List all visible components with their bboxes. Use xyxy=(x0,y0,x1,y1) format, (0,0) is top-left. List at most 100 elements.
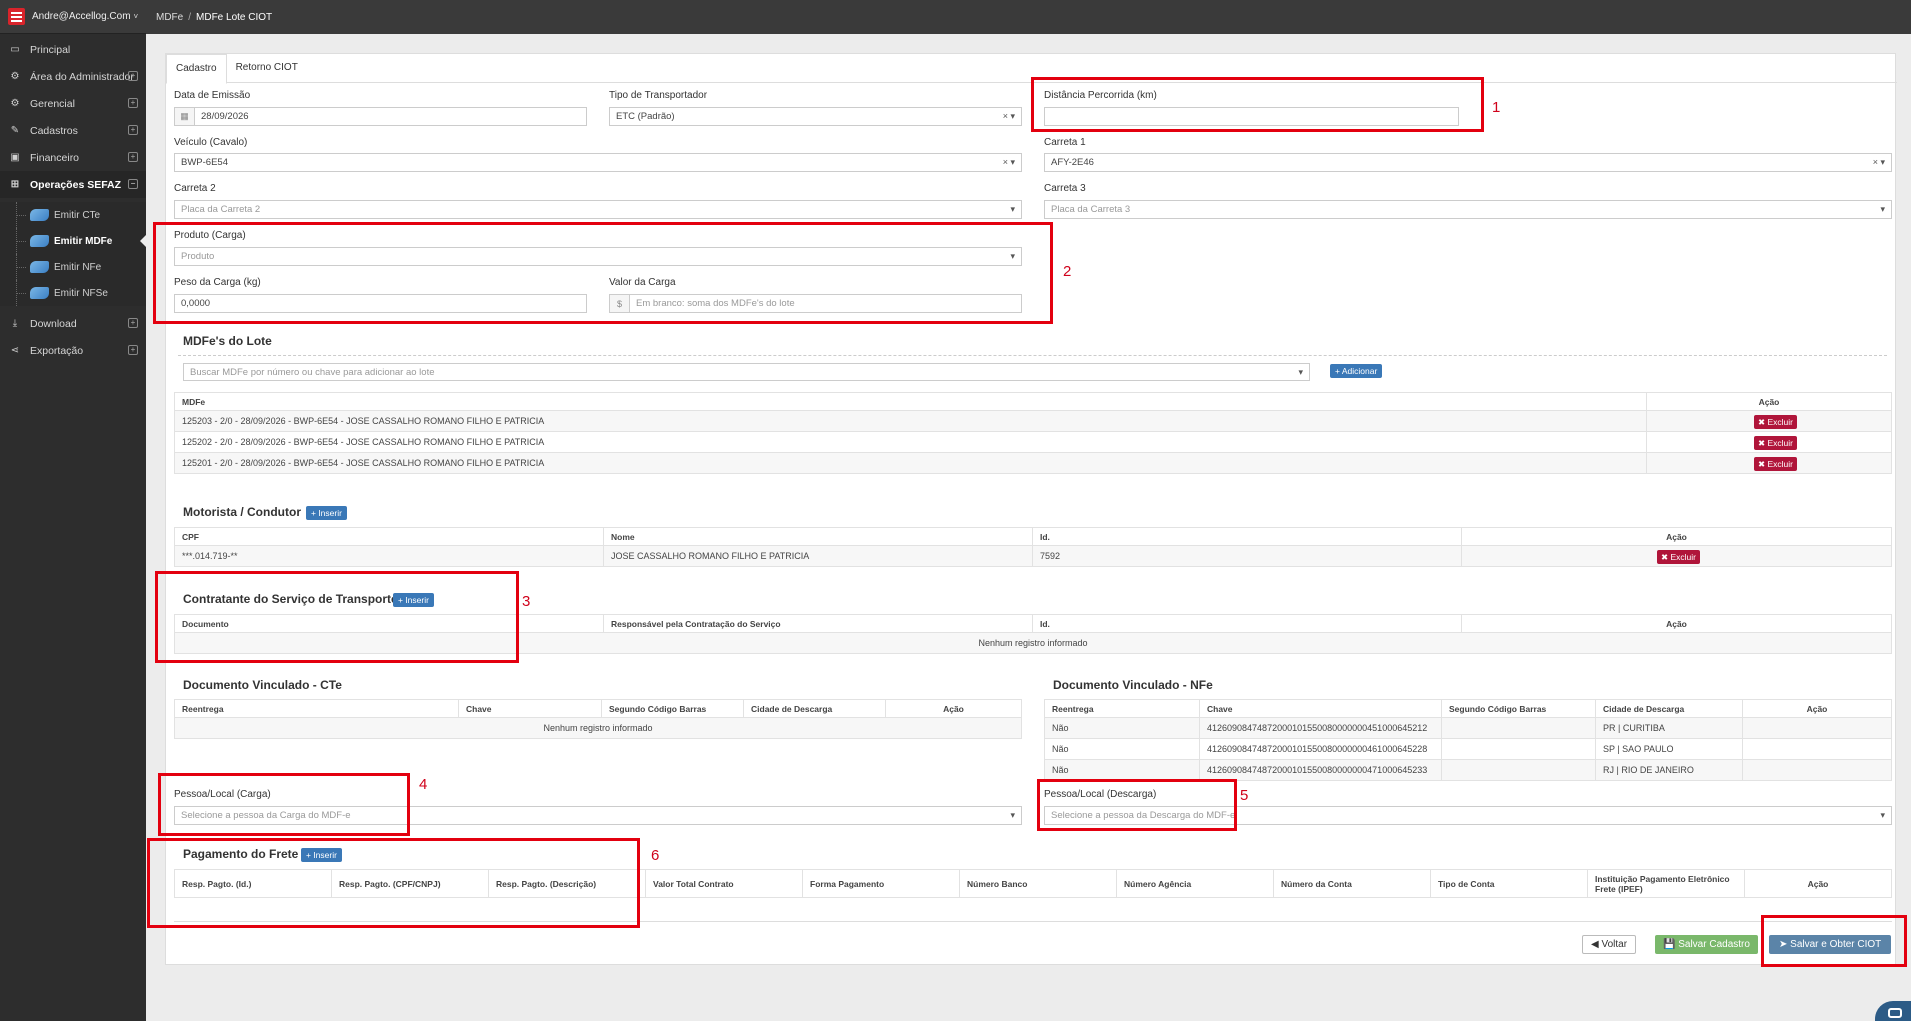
carreta1-select[interactable]: AFY-2E46 × ▾ xyxy=(1044,153,1892,172)
table-row: 125201 - 2/0 - 28/09/2026 - BWP-6E54 - J… xyxy=(174,452,1892,474)
chat-icon xyxy=(1888,1008,1902,1018)
col-header: Ação xyxy=(1461,614,1892,633)
mdfe-cell: 125202 - 2/0 - 28/09/2026 - BWP-6E54 - J… xyxy=(174,431,1647,453)
share-icon: ⋖ xyxy=(10,345,20,356)
sidebar-subitem-label: Emitir CTe xyxy=(54,209,101,221)
windows-icon: ⊞ xyxy=(10,179,20,190)
col-header: Segundo Código Barras xyxy=(1441,699,1596,718)
doc-nfe-table: Reentrega Chave Segundo Código Barras Ci… xyxy=(1044,699,1892,781)
mdfe-icon xyxy=(30,235,49,247)
delete-button[interactable]: ✖ Excluir xyxy=(1754,415,1797,429)
delete-button[interactable]: ✖ Excluir xyxy=(1754,436,1797,450)
mdfes-title: MDFe's do Lote xyxy=(183,334,272,348)
mdfes-table: MDFe Ação 125203 - 2/0 - 28/09/2026 - BW… xyxy=(174,392,1892,474)
data-emissao-value: 28/09/2026 xyxy=(201,111,249,122)
annotation-label-1: 1 xyxy=(1492,99,1501,116)
sidebar-item-label: Exportação xyxy=(30,344,84,357)
tipo-transportador-select[interactable]: ETC (Padrão) × ▾ xyxy=(609,107,1022,126)
col-header: Reentrega xyxy=(1044,699,1200,718)
col-header: Chave xyxy=(1199,699,1442,718)
data-emissao-field[interactable]: ▦ 28/09/2026 xyxy=(174,107,587,126)
col-header: Número Banco xyxy=(959,869,1117,898)
dropdown-icon[interactable]: ▾ xyxy=(1298,367,1303,378)
annotation-label-5: 5 xyxy=(1240,787,1249,804)
sidebar-menu: ▭ Principal ⚙ Área do Administrador + ⚙ … xyxy=(0,36,146,364)
sidebar-item-operacoes-sefaz[interactable]: ⊞ Operações SEFAZ − xyxy=(0,171,146,198)
sidebar-item-administrador[interactable]: ⚙ Área do Administrador + xyxy=(0,63,146,90)
sidebar-item-principal[interactable]: ▭ Principal xyxy=(0,36,146,63)
breadcrumb-current: MDFe Lote CIOT xyxy=(196,11,273,23)
expand-icon[interactable]: + xyxy=(128,152,138,162)
clear-dropdown-icon[interactable]: × ▾ xyxy=(1003,157,1015,168)
segundo-cell xyxy=(1441,738,1596,760)
clear-dropdown-icon[interactable]: × ▾ xyxy=(1003,111,1015,122)
user-email: Andre@Accellog.Com xyxy=(32,11,131,22)
clear-dropdown-icon[interactable]: × ▾ xyxy=(1873,157,1885,168)
sidebar-item-download[interactable]: ⤓ Download + xyxy=(0,310,146,337)
sidebar-item-label: Área do Administrador xyxy=(30,70,134,83)
dropdown-icon[interactable]: ▾ xyxy=(1880,810,1885,821)
sidebar-subitem-emitir-nfe[interactable]: Emitir NFe xyxy=(0,254,146,280)
sidebar-item-financeiro[interactable]: ▣ Financeiro + xyxy=(0,144,146,171)
segundo-cell xyxy=(1441,717,1596,739)
dropdown-icon[interactable]: ▾ xyxy=(1880,204,1885,215)
sidebar-subitem-label: Emitir MDFe xyxy=(54,235,113,247)
delete-button[interactable]: ✖ Excluir xyxy=(1754,457,1797,471)
tab-retorno-ciot[interactable]: Retorno CIOT xyxy=(227,54,307,83)
chevron-down-icon: ˅ xyxy=(133,12,139,21)
dropdown-icon[interactable]: ▾ xyxy=(1010,204,1015,215)
chave-cell: 4126090847487200010155008000000047100064… xyxy=(1199,759,1442,781)
carreta3-label: Carreta 3 xyxy=(1044,183,1086,194)
sidebar-item-gerencial[interactable]: ⚙ Gerencial + xyxy=(0,90,146,117)
mdfe-search-select[interactable]: Buscar MDFe por número ou chave para adi… xyxy=(183,363,1310,381)
doc-nfe-title: Documento Vinculado - NFe xyxy=(1053,678,1213,692)
col-header: Número Agência xyxy=(1116,869,1274,898)
tipo-transportador-value: ETC (Padrão) xyxy=(616,111,675,122)
breadcrumb-parent[interactable]: MDFe xyxy=(156,12,183,23)
collapse-icon[interactable]: − xyxy=(128,179,138,189)
col-header: Ação xyxy=(1744,869,1892,898)
col-header: Responsável pela Contratação do Serviço xyxy=(603,614,1033,633)
segundo-cell xyxy=(1441,759,1596,781)
table-row: Não 412609084748720001015500800000004610… xyxy=(1044,738,1892,760)
id-cell: 7592 xyxy=(1032,545,1462,567)
expand-icon[interactable]: + xyxy=(128,98,138,108)
insert-motorista-button[interactable]: + Inserir xyxy=(306,506,347,520)
table-row: ***.014.719-** JOSE CASSALHO ROMANO FILH… xyxy=(174,545,1892,567)
add-mdfe-button[interactable]: + Adicionar xyxy=(1330,364,1383,378)
back-button[interactable]: ◀ Voltar xyxy=(1582,935,1637,954)
expand-icon[interactable]: + xyxy=(128,125,138,135)
breadcrumb: MDFe / MDFe Lote CIOT xyxy=(146,0,1911,34)
expand-icon[interactable]: + xyxy=(128,345,138,355)
col-header: Segundo Código Barras xyxy=(601,699,744,718)
veiculo-select[interactable]: BWP-6E54 × ▾ xyxy=(174,153,1022,172)
user-menu[interactable]: Andre@Accellog.Com ˅ xyxy=(0,0,146,34)
table-row: 125202 - 2/0 - 28/09/2026 - BWP-6E54 - J… xyxy=(174,431,1892,453)
delete-button[interactable]: ✖ Excluir xyxy=(1657,550,1700,564)
annotation-label-2: 2 xyxy=(1063,263,1072,280)
sidebar-subitem-emitir-mdfe[interactable]: Emitir MDFe xyxy=(0,228,146,254)
expand-icon[interactable]: + xyxy=(128,71,138,81)
sidebar-item-label: Operações SEFAZ xyxy=(30,178,122,191)
doc-cte-table: Reentrega Chave Segundo Código Barras Ci… xyxy=(174,699,1022,739)
col-header: Forma Pagamento xyxy=(802,869,960,898)
col-header: Cidade de Descarga xyxy=(743,699,886,718)
save-button[interactable]: 💾 Salvar Cadastro xyxy=(1655,935,1758,954)
dropdown-icon[interactable]: ▾ xyxy=(1010,810,1015,821)
col-header: Chave xyxy=(458,699,602,718)
expand-icon[interactable]: + xyxy=(128,318,138,328)
tab-cadastro[interactable]: Cadastro xyxy=(166,54,227,84)
sidebar-item-cadastros[interactable]: ✎ Cadastros + xyxy=(0,117,146,144)
carreta2-select[interactable]: Placa da Carreta 2 ▾ xyxy=(174,200,1022,219)
carreta3-select[interactable]: Placa da Carreta 3 ▾ xyxy=(1044,200,1892,219)
sidebar-subitem-emitir-nfse[interactable]: Emitir NFSe xyxy=(0,280,146,306)
chat-widget[interactable] xyxy=(1875,1001,1911,1021)
col-header: Ação xyxy=(1461,527,1892,546)
gears-icon: ⚙ xyxy=(10,98,20,109)
sidebar-item-exportacao[interactable]: ⋖ Exportação + xyxy=(0,337,146,364)
breadcrumb-separator: / xyxy=(188,11,192,23)
motorista-table: CPF Nome Id. Ação ***.014.719-** JOSE CA… xyxy=(174,527,1892,567)
sidebar-subitem-emitir-cte[interactable]: Emitir CTe xyxy=(0,202,146,228)
tipo-transportador-label: Tipo de Transportador xyxy=(609,90,708,101)
action-cell: ✖ Excluir xyxy=(1646,410,1892,432)
